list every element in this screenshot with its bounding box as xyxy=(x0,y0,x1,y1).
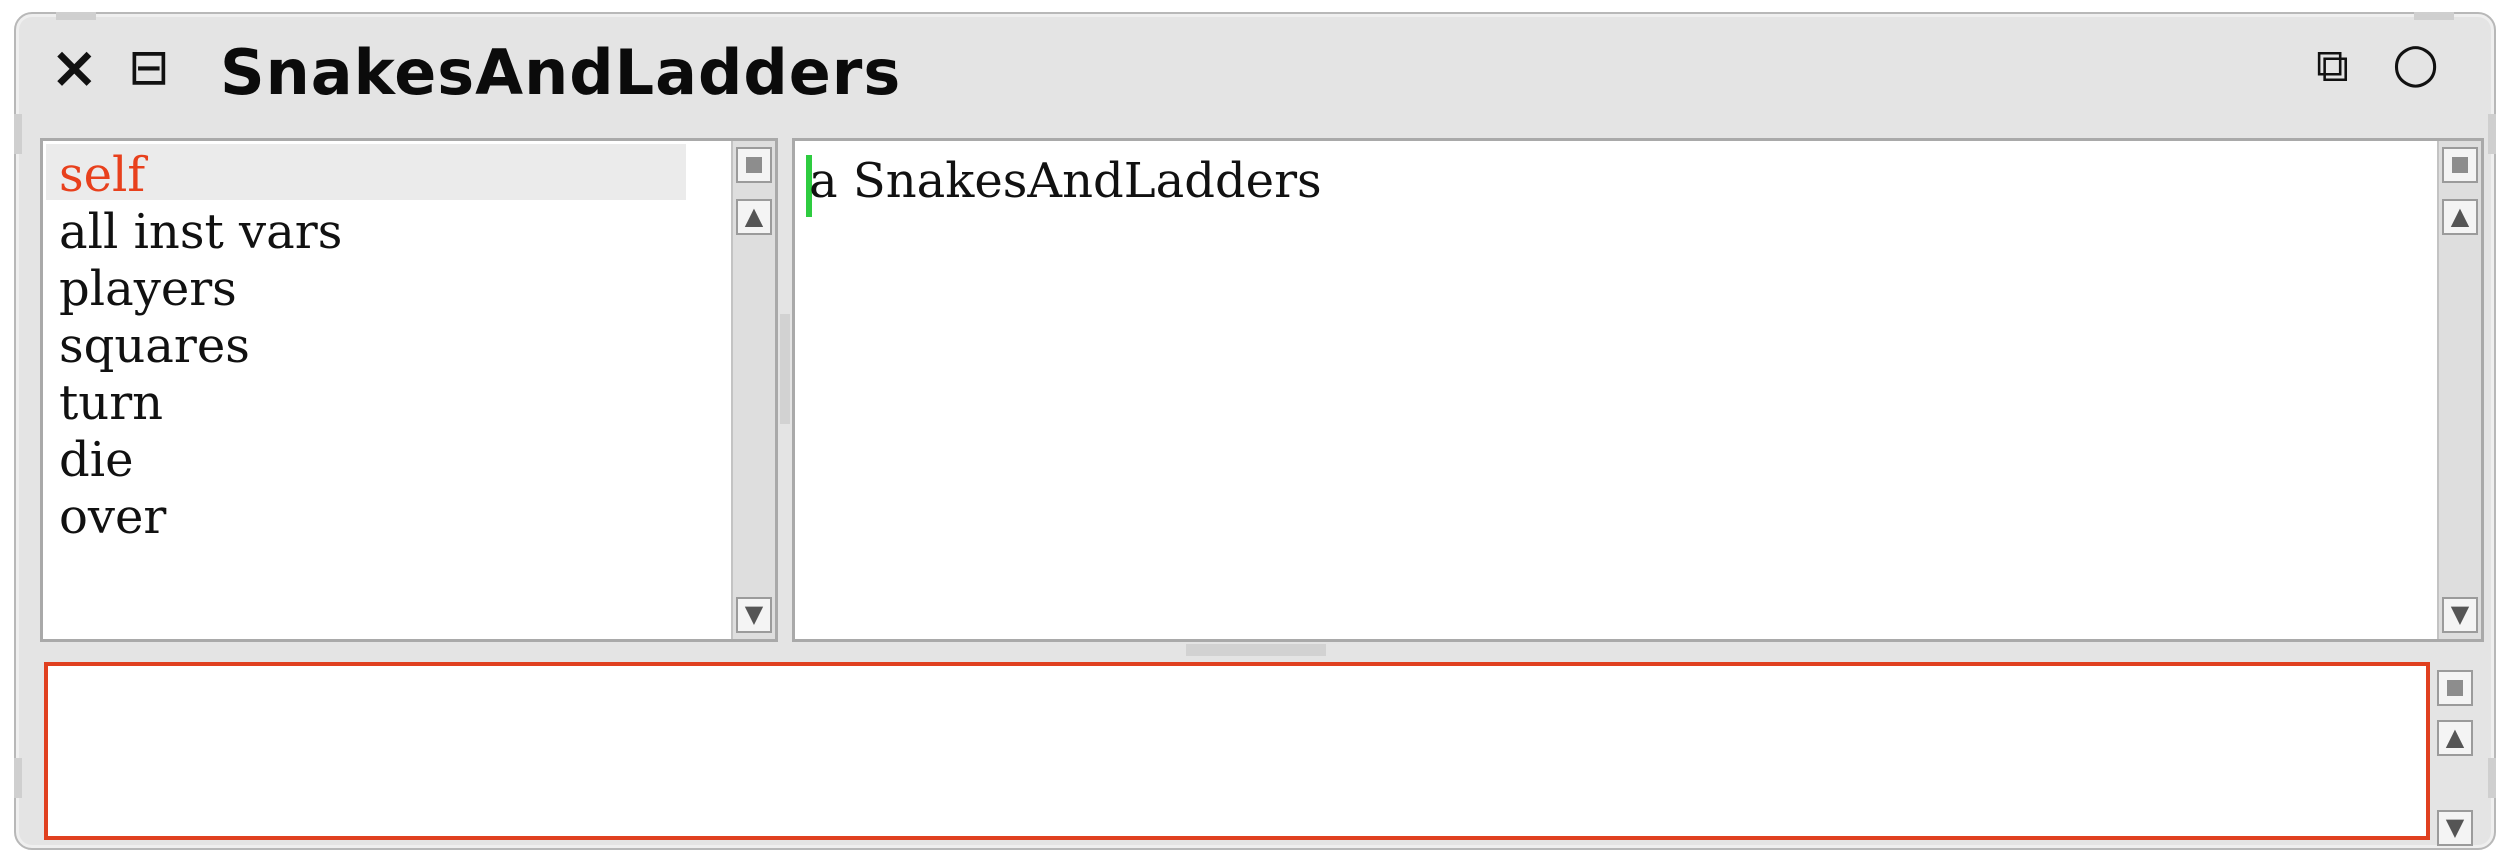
close-icon[interactable]: × xyxy=(50,38,99,96)
resize-grip-bottom-right[interactable] xyxy=(2488,758,2496,798)
field-list-scrollbar[interactable]: ▲ ▼ xyxy=(731,141,775,639)
field-list-pane[interactable]: self all inst vars players squares turn die ov… xyxy=(40,138,778,642)
evaluator-scrollbar[interactable]: ▲ ▼ xyxy=(2434,662,2478,846)
field-list-item[interactable]: die xyxy=(59,436,133,484)
evaluator-pane[interactable] xyxy=(44,662,2430,840)
scroll-down-button[interactable]: ▼ xyxy=(2442,597,2478,633)
field-list-item[interactable]: self xyxy=(59,151,145,199)
pane-splitter-vertical[interactable] xyxy=(780,314,790,424)
value-pane-scrollbar[interactable]: ▲ ▼ xyxy=(2437,141,2481,639)
collapse-icon[interactable]: ⧉ xyxy=(2316,42,2349,88)
scrollbar-menu-button[interactable] xyxy=(736,147,772,183)
scrollbar-menu-button[interactable] xyxy=(2437,670,2473,706)
field-list-item[interactable]: turn xyxy=(59,379,163,427)
window-menu-icon[interactable]: ⊟ xyxy=(128,42,170,92)
field-list-item[interactable]: over xyxy=(59,493,166,541)
field-list-item[interactable]: all inst vars xyxy=(59,208,342,256)
inspector-window: × ⊟ SnakesAndLadders ⧉ ○ self all inst va… xyxy=(14,12,2496,850)
title-bar[interactable]: × ⊟ SnakesAndLadders ⧉ ○ xyxy=(16,14,2494,138)
field-list-item[interactable]: squares xyxy=(59,322,250,370)
pane-splitter-horizontal[interactable] xyxy=(1186,644,1326,656)
scrollbar-menu-button[interactable] xyxy=(2442,147,2478,183)
value-text[interactable]: a SnakesAndLadders xyxy=(809,157,1322,205)
scroll-down-button[interactable]: ▼ xyxy=(736,597,772,633)
field-list-item[interactable]: players xyxy=(59,265,237,313)
resize-grip-bottom-left[interactable] xyxy=(14,758,22,798)
value-pane[interactable]: a SnakesAndLadders ▲ ▼ xyxy=(792,138,2484,642)
expand-icon[interactable]: ○ xyxy=(2392,36,2439,90)
scroll-up-button[interactable]: ▲ xyxy=(2442,199,2478,235)
window-title: SnakesAndLadders xyxy=(220,36,902,109)
scroll-up-button[interactable]: ▲ xyxy=(736,199,772,235)
scroll-down-button[interactable]: ▼ xyxy=(2437,810,2473,846)
scroll-up-button[interactable]: ▲ xyxy=(2437,720,2473,756)
